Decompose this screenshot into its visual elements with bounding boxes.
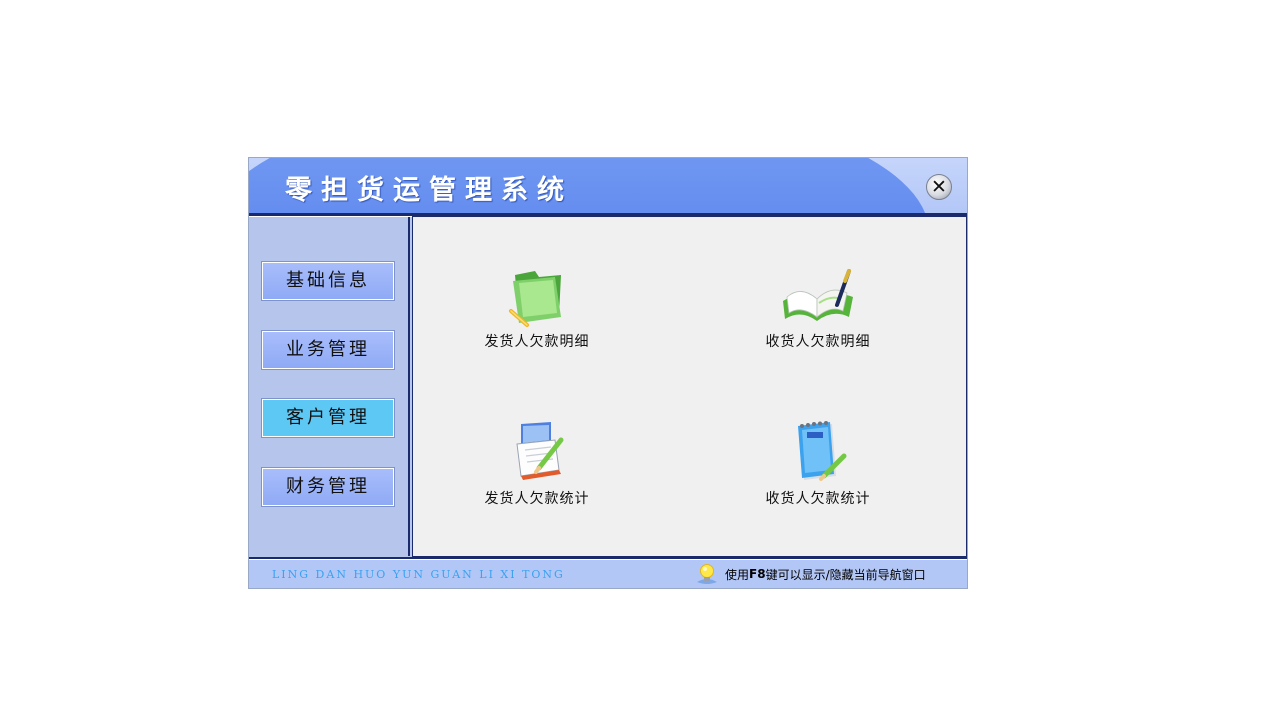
nav-button-business-management[interactable]: 业务管理 <box>261 330 395 370</box>
tip-key: F8 <box>749 567 766 581</box>
tile-label: 收货人欠款明细 <box>765 334 871 350</box>
nav-button-customer-management[interactable]: 客户管理 <box>261 398 395 438</box>
calendar-pencil-icon <box>516 422 564 480</box>
app-title: 零担货运管理系统 <box>285 175 573 206</box>
main-window: 零担货运管理系统 ✕ 基础信息 业务管理 客户管理 财务管理 发货人欠款明细 收… <box>248 157 968 589</box>
f8-tip: 使用 F8 键可以显示/隐藏当前导航窗口 <box>695 562 926 586</box>
tile-label: 发货人欠款明细 <box>484 334 590 350</box>
lightbulb-icon <box>697 564 717 584</box>
tile-label: 收货人欠款统计 <box>765 491 871 507</box>
tile-shipper-debt-statistics[interactable]: 发货人欠款统计 <box>457 420 617 520</box>
tile-consignee-debt-detail[interactable]: 收货人欠款明细 <box>738 267 898 367</box>
notepad-pencil-icon <box>798 421 847 481</box>
tile-label: 发货人欠款统计 <box>484 491 590 507</box>
green-folder-icon <box>509 271 561 327</box>
title-bar: 零担货运管理系统 ✕ <box>249 158 967 213</box>
footer-bar: LING DAN HUO YUN GUAN LI XI TONG 使用 F8 键可以… <box>249 560 967 588</box>
tile-shipper-debt-detail[interactable]: 发货人欠款明细 <box>457 267 617 367</box>
nav-button-basic-info[interactable]: 基础信息 <box>261 261 395 301</box>
pinyin-caption: LING DAN HUO YUN GUAN LI XI TONG <box>272 568 565 581</box>
open-book-pen-icon <box>783 269 853 321</box>
tip-text-prefix: 使用 <box>725 567 750 582</box>
nav-button-finance-management[interactable]: 财务管理 <box>261 467 395 507</box>
close-button[interactable]: ✕ <box>926 174 952 200</box>
navigation-sidebar: 基础信息 业务管理 客户管理 财务管理 <box>249 217 410 556</box>
content-panel: 发货人欠款明细 收货人欠款明细 发货人欠款统计 收货人欠款统计 <box>412 216 967 557</box>
tip-text-suffix: 键可以显示/隐藏当前导航窗口 <box>765 567 926 582</box>
close-icon: ✕ <box>931 176 947 198</box>
tile-consignee-debt-statistics[interactable]: 收货人欠款统计 <box>738 420 898 520</box>
